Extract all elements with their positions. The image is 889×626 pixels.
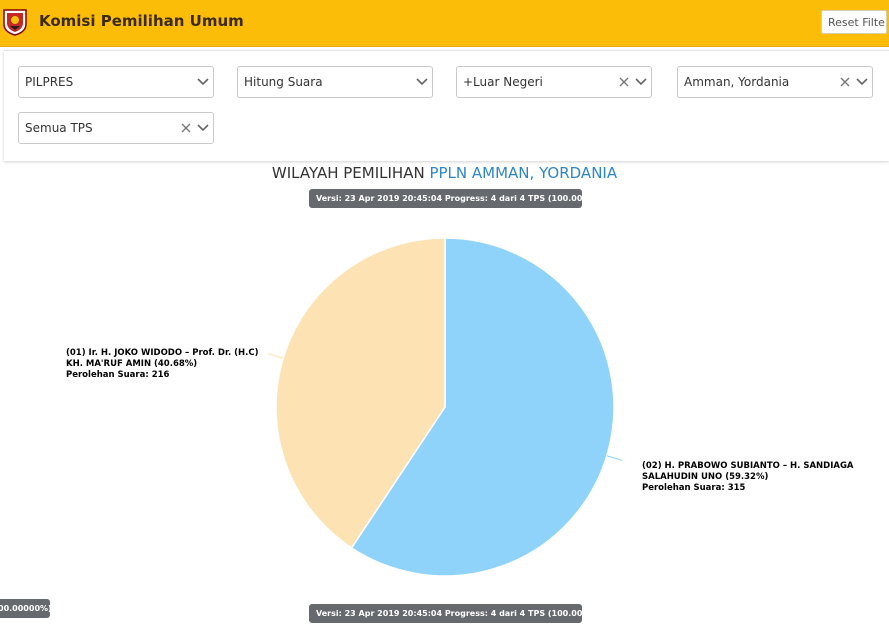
- slice-label-votes: Perolehan Suara: 315: [642, 483, 746, 493]
- slice-label-jokowi: (01) Ir. H. JOKO WIDODO – Prof. Dr. (H.C…: [66, 348, 259, 381]
- version-badge-bottom: Versi: 23 Apr 2019 20:45:04 Progress: 4 …: [309, 604, 582, 623]
- slice-leader-line: [267, 353, 284, 359]
- slice-label-prabowo: (02) H. PRABOWO SUBIANTO – H. SANDIAGA S…: [642, 461, 854, 494]
- slice-label-candidate-cont: KH. MA'RUF AMIN (40.68%): [66, 359, 198, 369]
- slice-label-candidate-cont: SALAHUDIN UNO (59.32%): [642, 472, 769, 482]
- slice-label-votes: Perolehan Suara: 216: [66, 370, 170, 380]
- slice-label-candidate: (01) Ir. H. JOKO WIDODO – Prof. Dr. (H.C…: [66, 348, 259, 358]
- pie-chart: [267, 237, 623, 577]
- slice-leader-line: [606, 455, 623, 461]
- version-badge-fragment: 00.00000%): [0, 599, 50, 618]
- slice-label-candidate: (02) H. PRABOWO SUBIANTO – H. SANDIAGA: [642, 461, 854, 471]
